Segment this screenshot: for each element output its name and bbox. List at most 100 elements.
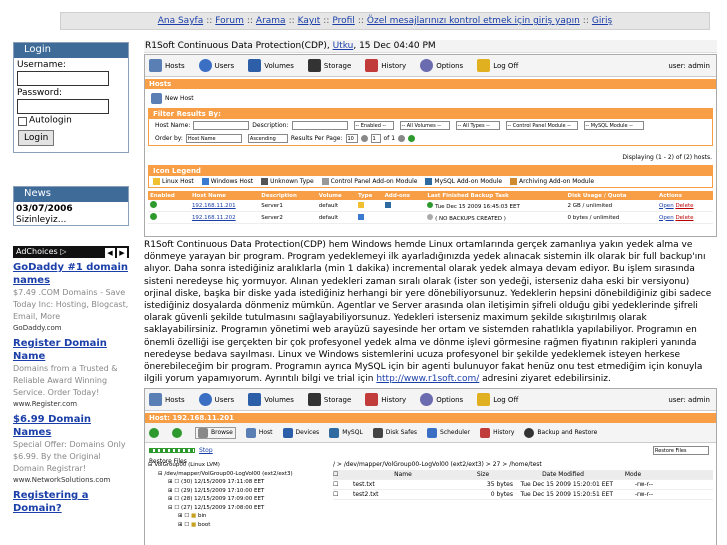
password-field[interactable]: [17, 99, 109, 114]
subtab-backup-restore[interactable]: Backup and Restore: [524, 427, 597, 438]
tree-node[interactable]: ⊞ ☐ (28) 12/15/2009 17:09:00 EET: [148, 495, 328, 504]
filter-title: Filter Results By:: [149, 109, 712, 119]
ad-item[interactable]: GoDaddy #1 domain names $7.49 .COM Domai…: [13, 261, 129, 334]
file-checkbox[interactable]: ☐: [333, 481, 353, 488]
ad-headline[interactable]: GoDaddy #1 domain names: [13, 261, 129, 287]
nav-home-link[interactable]: Ana Sayfa: [158, 16, 203, 26]
ad-next-icon[interactable]: ▶: [117, 248, 127, 258]
ad-item[interactable]: Register Domain Name Domains from a Trus…: [13, 337, 129, 410]
nav-search-link[interactable]: Arama: [256, 16, 286, 26]
mysql-module-select[interactable]: -- MySQL Module --: [583, 121, 644, 130]
nav-login-link[interactable]: Giriş: [592, 16, 612, 26]
login-button[interactable]: Login: [18, 130, 55, 146]
ad-item[interactable]: Registering a Domain?: [13, 489, 129, 515]
toolbar-storage[interactable]: Storage: [307, 393, 351, 407]
progress-row: Stop Restore Files: [145, 443, 716, 458]
column-header: Date Modified: [542, 471, 584, 479]
devices-icon: [282, 427, 293, 438]
volumes-icon: [248, 59, 262, 72]
toolbar-label: History: [381, 61, 407, 70]
last-backup: ( NO BACKUPS CREATED ): [435, 215, 506, 222]
volumes-select[interactable]: -- All Volumes --: [399, 121, 450, 130]
ad-headline[interactable]: Register Domain Name: [13, 337, 129, 363]
file-row[interactable]: ☐ test2.txt 0 bytes Tue Dec 15 2009 15:2…: [333, 490, 713, 501]
new-host-button[interactable]: New Host: [151, 93, 716, 104]
unknown-type-icon: [261, 178, 269, 185]
host-name-input[interactable]: [193, 121, 250, 130]
file-list-header: ☐ Name Size Date Modified Mode: [333, 470, 713, 481]
page-input[interactable]: 1: [370, 134, 381, 143]
per-page-input[interactable]: 10: [345, 134, 358, 143]
linux-icon: [357, 201, 364, 208]
refresh-button[interactable]: [149, 427, 162, 438]
ad-headline[interactable]: Registering a Domain?: [13, 489, 129, 515]
autologin-checkbox[interactable]: [18, 117, 27, 126]
toolbar-users[interactable]: Users: [198, 393, 234, 407]
subtab-browse[interactable]: Browse: [195, 426, 236, 439]
tree-node[interactable]: ⊞ ☐ ■ boot: [148, 521, 328, 530]
nav-register-link[interactable]: Kayıt: [298, 16, 321, 26]
ad-url[interactable]: www.Register.com: [13, 399, 129, 410]
toolbar-users[interactable]: Users: [198, 59, 234, 72]
file-checkbox[interactable]: ☐: [333, 491, 353, 498]
restore-select[interactable]: Restore Files: [653, 446, 709, 456]
ad-url[interactable]: www.NetworkSolutions.com: [13, 475, 129, 486]
file-row[interactable]: ☐ test.txt 35 bytes Tue Dec 15 2009 15:2…: [333, 480, 713, 491]
refresh-icon[interactable]: [408, 135, 416, 142]
tree-node[interactable]: ⊟ ☐ (27) 12/15/2009 17:08:00 EET: [148, 504, 328, 513]
toolbar-logoff[interactable]: Log Off: [477, 59, 518, 72]
nav-profile-link[interactable]: Profil: [332, 16, 354, 26]
subtab-host[interactable]: Host: [245, 427, 273, 438]
tree-label: (27) 12/15/2009 17:08:00 EET: [181, 504, 265, 511]
toolbar-history[interactable]: History: [365, 59, 406, 72]
nav-forum-link[interactable]: Forum: [215, 16, 244, 26]
subtab-disk-safes[interactable]: Disk Safes: [372, 427, 417, 438]
toolbar-logoff[interactable]: Log Off: [477, 393, 518, 407]
legend-item: Unknown Type: [261, 178, 314, 185]
ad-item[interactable]: $6.99 Domain Names Special Offer: Domain…: [13, 413, 129, 486]
open-link[interactable]: Open: [659, 215, 674, 221]
next-page-icon[interactable]: [398, 135, 406, 142]
order-by-select[interactable]: Host Name: [185, 134, 242, 143]
nav-messages-link[interactable]: Özel mesajlarınızı kontrol etmek için gi…: [367, 16, 580, 26]
toolbar-history[interactable]: History: [365, 393, 406, 407]
subtab-devices[interactable]: Devices: [282, 427, 319, 438]
toolbar-options[interactable]: Options: [420, 59, 463, 72]
cp-module-select[interactable]: -- Control Panel Module --: [505, 121, 578, 130]
toolbar-storage[interactable]: Storage: [307, 59, 351, 72]
stop-link[interactable]: Stop: [199, 447, 213, 454]
types-select[interactable]: -- All Types --: [455, 121, 500, 130]
delete-link[interactable]: Delete: [675, 203, 693, 209]
enabled-select[interactable]: -- Enabled --: [353, 121, 394, 130]
r1soft-link[interactable]: http://www.r1soft.com/: [376, 374, 479, 384]
subtab-history[interactable]: History: [480, 427, 514, 438]
ad-headline[interactable]: $6.99 Domain Names: [13, 413, 129, 439]
open-link[interactable]: Open: [659, 203, 674, 209]
toolbar-hosts[interactable]: Hosts: [149, 59, 185, 72]
subtab-mysql[interactable]: MySQL: [329, 427, 363, 438]
sync-button[interactable]: [172, 427, 185, 438]
toolbar-options[interactable]: Options: [420, 393, 463, 407]
select-all-checkbox[interactable]: ☐: [333, 471, 353, 478]
toolbar-volumes[interactable]: Volumes: [248, 393, 294, 407]
tree-node[interactable]: ⊟ VolGroup00 (Linux LVM): [148, 461, 328, 470]
host-link[interactable]: 192.168.11.201: [192, 203, 236, 209]
delete-link[interactable]: Delete: [675, 215, 693, 221]
tree-node[interactable]: ⊞ ☐ (29) 12/15/2009 17:10:00 EET: [148, 487, 328, 496]
description-input[interactable]: [291, 121, 348, 130]
post-author-link[interactable]: Utku: [333, 41, 354, 51]
order-dir-select[interactable]: Ascending: [247, 134, 288, 143]
nav-separator: ::: [582, 16, 589, 26]
tree-node[interactable]: ⊞ ☐ ■ bin: [148, 512, 328, 521]
username-field[interactable]: [17, 71, 109, 86]
ad-url[interactable]: GoDaddy.com: [13, 323, 129, 334]
ad-prev-icon[interactable]: ◀: [105, 248, 115, 258]
tree-node[interactable]: ⊞ ☐ (30) 12/15/2009 17:11:08 EET: [148, 478, 328, 487]
prev-page-icon[interactable]: [360, 135, 368, 142]
toolbar-volumes[interactable]: Volumes: [248, 59, 294, 72]
adchoices-bar[interactable]: AdChoices ▷ ◀ ▶: [13, 246, 129, 258]
subtab-scheduler[interactable]: Scheduler: [427, 427, 470, 438]
host-link[interactable]: 192.168.11.202: [192, 215, 236, 221]
tree-node[interactable]: ⊟ /dev/mapper/VolGroup00-LogVol00 (ext2/…: [148, 470, 328, 479]
toolbar-hosts[interactable]: Hosts: [149, 393, 185, 407]
